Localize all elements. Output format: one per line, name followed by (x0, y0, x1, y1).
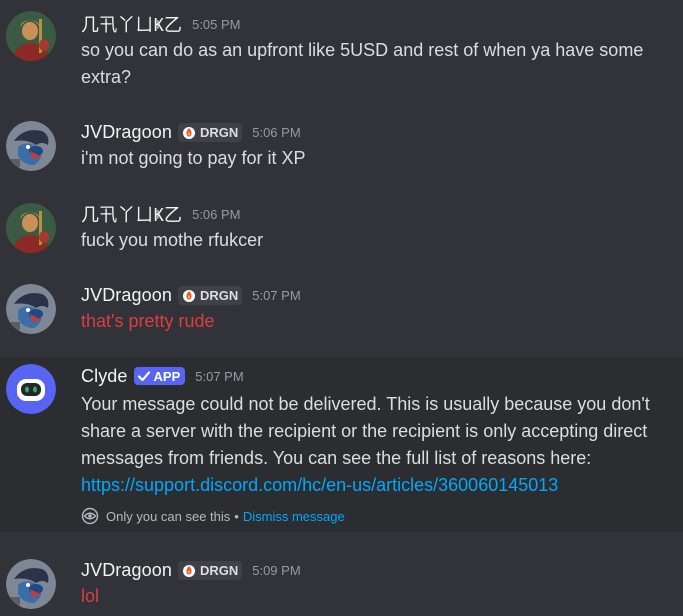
message-text: fuck you mothe rfukcer (81, 230, 264, 250)
username[interactable]: JVDragoon (81, 122, 172, 143)
dismiss-message-link[interactable]: Dismiss message (243, 509, 345, 524)
avatar[interactable] (6, 284, 56, 334)
server-tag[interactable]: DRGN (177, 285, 243, 305)
clyde-avatar[interactable] (6, 364, 56, 414)
avatar[interactable] (6, 203, 56, 253)
message-header: 几卂丫ㄩҜ乙 5:05 PM (81, 12, 241, 36)
message-text: Your message could not be delivered. Thi… (81, 391, 679, 499)
message-header: JVDragoon DRGN 5:06 PM (81, 120, 301, 144)
message-text: so you can do as an upfront like 5USD an… (81, 40, 644, 87)
message-body: Your message could not be delivered. Thi… (81, 394, 650, 468)
server-tag-label: DRGN (199, 287, 239, 303)
robot-icon (6, 364, 56, 414)
fire-icon (182, 290, 195, 302)
message-text: i'm not going to pay for it XP (81, 148, 306, 168)
fire-icon (182, 127, 195, 139)
checkmark-icon (137, 371, 150, 382)
message: JVDragoon DRGN 5:06 PM i'm not going to … (0, 110, 683, 190)
server-tag[interactable]: DRGN (177, 560, 243, 580)
username[interactable]: 几卂丫ㄩҜ乙 (81, 201, 182, 227)
timestamp: 5:06 PM (192, 206, 241, 222)
ephemeral-note: Only you can see this (106, 508, 231, 524)
username[interactable]: 几卂丫ㄩҜ乙 (81, 11, 182, 37)
message: 几卂丫ㄩҜ乙 5:05 PM so you can do as an upfro… (0, 0, 683, 100)
message-header: Clyde APP 5:07 PM (81, 364, 244, 388)
support-link[interactable]: https://support.discord.com/hc/en-us/art… (81, 475, 558, 495)
server-tag-label: DRGN (199, 562, 239, 578)
server-tag-label: DRGN (199, 124, 239, 140)
avatar[interactable] (6, 121, 56, 171)
message-header: JVDragoon DRGN 5:07 PM (81, 283, 301, 307)
separator: • (234, 508, 239, 524)
avatar[interactable] (6, 559, 56, 609)
timestamp: 5:06 PM (252, 124, 301, 140)
app-badge-label: APP (153, 368, 181, 384)
username[interactable]: JVDragoon (81, 285, 172, 306)
message: 几卂丫ㄩҜ乙 5:06 PM fuck you mothe rfukcer (0, 192, 683, 272)
message-text-failed: that's pretty rude (81, 311, 215, 331)
eye-icon (81, 507, 99, 525)
app-badge: APP (133, 367, 186, 385)
username[interactable]: Clyde (81, 366, 128, 387)
avatar[interactable] (6, 11, 56, 61)
fire-icon (182, 565, 195, 577)
chat-log: 几卂丫ㄩҜ乙 5:05 PM so you can do as an upfro… (0, 0, 683, 616)
message-text-failed: lol (81, 586, 100, 606)
timestamp: 5:07 PM (195, 368, 244, 384)
message-header: JVDragoon DRGN 5:09 PM (81, 558, 301, 582)
message-header: 几卂丫ㄩҜ乙 5:06 PM (81, 202, 241, 226)
timestamp: 5:07 PM (252, 287, 301, 303)
message: JVDragoon DRGN 5:09 PM lol (0, 549, 683, 616)
system-message: Clyde APP 5:07 PM Your message could not… (0, 357, 683, 532)
timestamp: 5:09 PM (252, 562, 301, 578)
timestamp: 5:05 PM (192, 16, 241, 32)
ephemeral-notice: Only you can see this • Dismiss message (81, 507, 345, 525)
server-tag[interactable]: DRGN (177, 122, 243, 142)
username[interactable]: JVDragoon (81, 560, 172, 581)
message: JVDragoon DRGN 5:07 PM that's pretty rud… (0, 273, 683, 353)
